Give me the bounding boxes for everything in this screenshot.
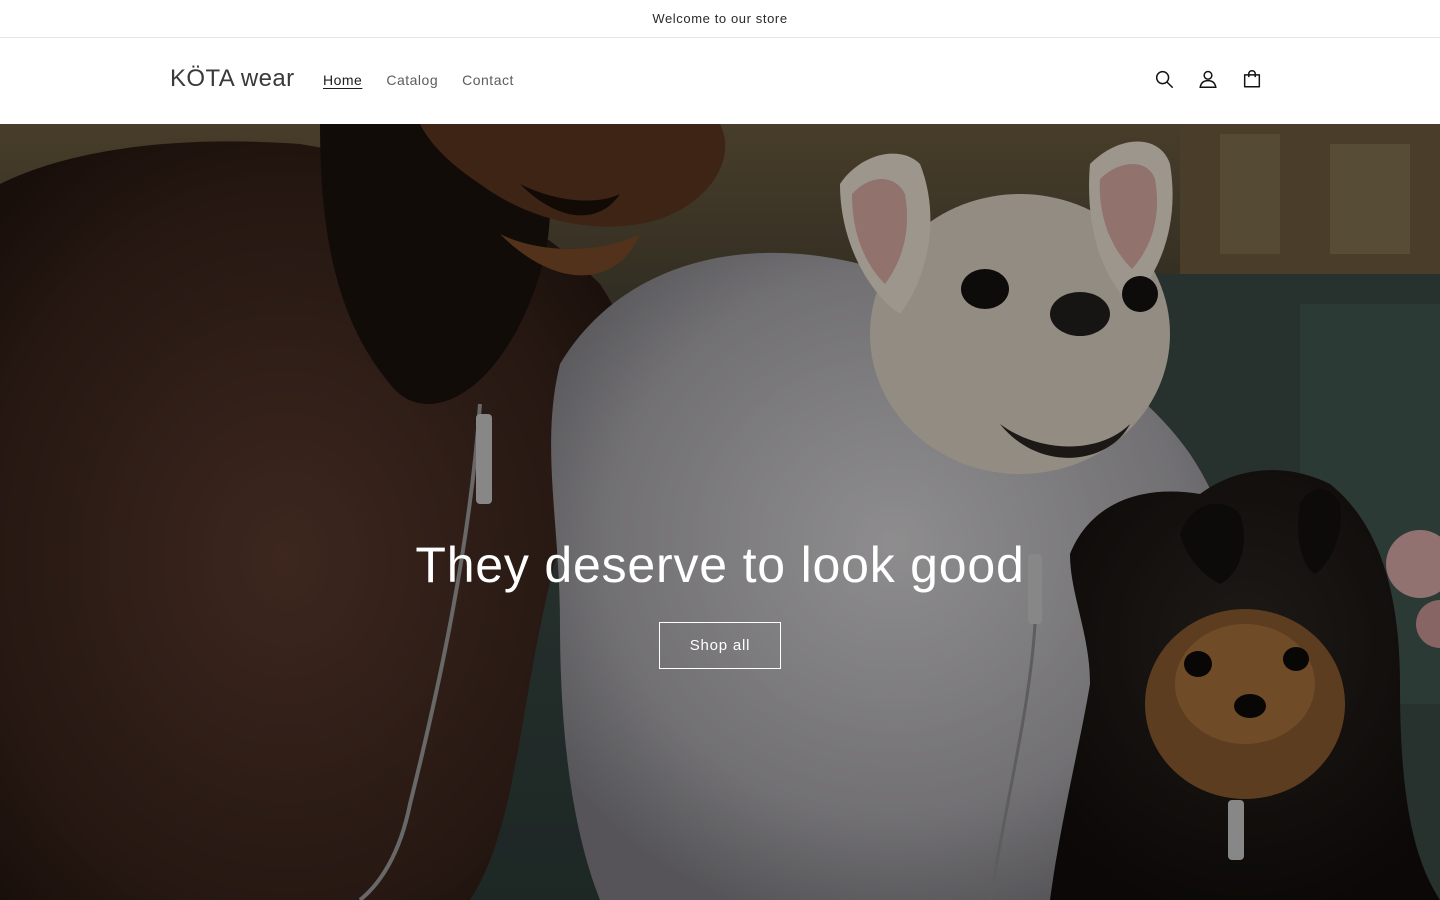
account-icon[interactable] [1196, 67, 1220, 91]
cart-icon[interactable] [1240, 67, 1264, 91]
site-header: KÖTA wear Home Catalog Contact [0, 38, 1440, 124]
header-icons [1152, 67, 1264, 91]
hero-banner: They deserve to look good Shop all [0, 124, 1440, 900]
announcement-bar: Welcome to our store [0, 0, 1440, 38]
nav-home-link[interactable]: Home [323, 72, 362, 88]
announcement-text: Welcome to our store [652, 11, 788, 26]
main-nav: Home Catalog Contact [323, 72, 514, 88]
hero-title: They deserve to look good [415, 537, 1025, 593]
nav-contact-link[interactable]: Contact [462, 72, 514, 88]
store-logo[interactable]: KÖTA wear [170, 65, 295, 93]
shop-all-button[interactable]: Shop all [659, 622, 781, 669]
hero-overlay [0, 124, 1440, 900]
hero-content: They deserve to look good Shop all [0, 536, 1440, 669]
search-icon[interactable] [1152, 67, 1176, 91]
nav-catalog-link[interactable]: Catalog [386, 72, 438, 88]
